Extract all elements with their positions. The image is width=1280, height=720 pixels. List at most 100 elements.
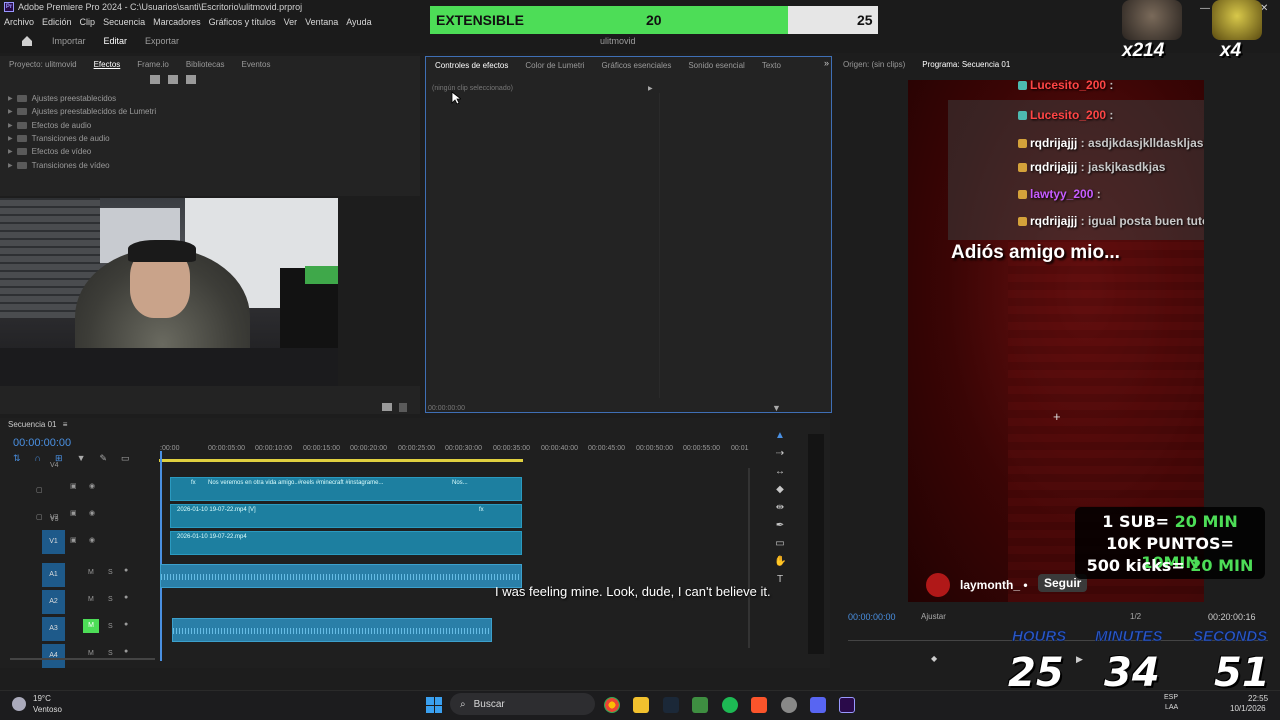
solo-button[interactable]: S bbox=[108, 623, 113, 630]
menu-ayuda[interactable]: Ayuda bbox=[346, 17, 371, 27]
tab-eventos[interactable]: Eventos bbox=[242, 60, 271, 69]
workspace-exportar[interactable]: Exportar bbox=[145, 36, 179, 46]
clip-v3[interactable]: fx Nos veremos en otra vida amigo..#reel… bbox=[170, 477, 522, 501]
clock-date[interactable]: 10/1/2026 bbox=[1230, 704, 1266, 713]
play-icon[interactable]: ▶ bbox=[1076, 654, 1083, 665]
mic-icon[interactable]: ● bbox=[124, 621, 128, 628]
pen-icon[interactable]: ✒ bbox=[774, 520, 786, 532]
tree-item-video-transitions[interactable]: ▶ Transiciones de vídeo bbox=[0, 158, 156, 171]
tree-item-video-effects[interactable]: ▶ Efectos de vídeo bbox=[0, 145, 156, 158]
ripple-edit-icon[interactable]: ↔ bbox=[774, 466, 786, 478]
timeline-timecode[interactable]: 00:00:00:00 bbox=[13, 437, 71, 449]
new-folder-icon[interactable] bbox=[382, 403, 392, 411]
menu-marcadores[interactable]: Marcadores bbox=[153, 17, 201, 27]
type-tool-icon[interactable]: T bbox=[774, 574, 786, 586]
sync-icon[interactable]: ▣ bbox=[70, 482, 77, 490]
clip-v2[interactable]: 2026-01-10 19-07-22.mp4 [V] fx bbox=[170, 504, 522, 528]
file-explorer-icon[interactable] bbox=[633, 697, 649, 713]
eye-icon[interactable]: ◉ bbox=[89, 536, 95, 544]
track-label[interactable]: A3 bbox=[42, 617, 65, 641]
sync-icon[interactable]: ▣ bbox=[70, 509, 77, 517]
razor-icon[interactable]: ◆ bbox=[774, 484, 786, 496]
clip-a3[interactable] bbox=[172, 618, 492, 642]
tree-item-lumetri-presets[interactable]: ▶ Ajustes preestablecidos de Lumetri bbox=[0, 105, 156, 118]
menu-icon[interactable]: ≡ bbox=[63, 420, 68, 429]
playhead[interactable] bbox=[160, 451, 162, 661]
solo-button[interactable]: S bbox=[108, 596, 113, 603]
app-icon[interactable] bbox=[781, 697, 797, 713]
panel-overflow-icon[interactable]: » bbox=[824, 58, 829, 68]
clock-time[interactable]: 22:55 bbox=[1248, 694, 1268, 703]
resolution-dropdown[interactable]: 1/2 bbox=[1130, 612, 1141, 621]
mic-icon[interactable]: ● bbox=[124, 567, 128, 574]
track-label[interactable]: A2 bbox=[42, 590, 65, 614]
minimize-icon[interactable]: — bbox=[1200, 3, 1210, 14]
selection-tool-icon[interactable]: ▲ bbox=[774, 430, 786, 442]
tab-sequence[interactable]: Secuencia 01 ≡ bbox=[8, 420, 67, 429]
track-label[interactable]: A1 bbox=[42, 563, 65, 587]
effect-controls-timecode[interactable]: 00:00:00:00 bbox=[428, 405, 465, 412]
slip-icon[interactable]: ⇹ bbox=[774, 502, 786, 514]
tab-source[interactable]: Origen: (sin clips) bbox=[843, 60, 905, 69]
solo-button[interactable]: S bbox=[108, 569, 113, 576]
tab-sound[interactable]: Sonido esencial bbox=[688, 61, 744, 70]
steam-icon[interactable] bbox=[663, 697, 679, 713]
menu-archivo[interactable]: Archivo bbox=[4, 17, 34, 27]
eye-icon[interactable]: ◉ bbox=[89, 482, 95, 490]
mic-icon[interactable]: ● bbox=[124, 648, 128, 655]
mute-button[interactable]: M bbox=[83, 619, 99, 633]
solo-button[interactable]: S bbox=[108, 650, 113, 657]
chrome-icon[interactable] bbox=[604, 697, 620, 713]
workspace-editar[interactable]: Editar bbox=[104, 36, 128, 46]
tab-efectos[interactable]: Efectos bbox=[94, 60, 121, 69]
track-label[interactable]: A4 bbox=[42, 644, 65, 668]
mute-button[interactable]: M bbox=[88, 650, 94, 657]
trash-icon[interactable] bbox=[399, 403, 407, 412]
horizontal-scrollbar[interactable] bbox=[10, 658, 155, 660]
menu-edicion[interactable]: Edición bbox=[42, 17, 72, 27]
tab-program[interactable]: Programa: Secuencia 01 bbox=[922, 60, 1010, 69]
track-label[interactable]: V1 bbox=[42, 530, 65, 554]
work-area-bar[interactable] bbox=[159, 459, 523, 462]
add-marker-icon[interactable]: ◆ bbox=[931, 654, 937, 663]
weather-icon[interactable] bbox=[12, 697, 26, 711]
tab-text[interactable]: Texto bbox=[762, 61, 781, 70]
yuv-effects-icon[interactable] bbox=[186, 75, 196, 84]
clip-a1[interactable] bbox=[160, 564, 522, 588]
brave-icon[interactable] bbox=[751, 697, 767, 713]
32bit-effects-icon[interactable] bbox=[168, 75, 178, 84]
eye-icon[interactable]: ◉ bbox=[89, 509, 95, 517]
lock-icon[interactable]: ▢ bbox=[36, 513, 43, 521]
discord-icon[interactable] bbox=[810, 697, 826, 713]
language-indicator[interactable]: ESP bbox=[1164, 694, 1178, 701]
mic-icon[interactable]: ● bbox=[124, 594, 128, 601]
vertical-scrollbar[interactable] bbox=[748, 468, 750, 648]
tab-frameio[interactable]: Frame.io bbox=[137, 60, 169, 69]
weather-temp[interactable]: 19°C bbox=[33, 694, 51, 703]
sync-icon[interactable]: ▣ bbox=[70, 536, 77, 544]
tree-item-audio-transitions[interactable]: ▶ Transiciones de audio bbox=[0, 132, 156, 145]
minecraft-icon[interactable] bbox=[692, 697, 708, 713]
filter-icon[interactable]: ▼ bbox=[772, 403, 781, 413]
tab-bibliotecas[interactable]: Bibliotecas bbox=[186, 60, 225, 69]
premiere-taskbar-icon[interactable] bbox=[839, 697, 855, 713]
menu-ver[interactable]: Ver bbox=[284, 17, 298, 27]
menu-clip[interactable]: Clip bbox=[80, 17, 96, 27]
accelerated-effects-icon[interactable] bbox=[150, 75, 160, 84]
hand-icon[interactable]: ✋ bbox=[774, 556, 786, 568]
menu-secuencia[interactable]: Secuencia bbox=[103, 17, 145, 27]
home-icon[interactable] bbox=[20, 34, 34, 48]
clip-v1[interactable]: 2026-01-10 19-07-22.mp4 bbox=[170, 531, 522, 555]
timeline-ruler[interactable]: :00:00 00:00:05:00 00:00:10:00 00:00:15:00 0… bbox=[160, 445, 750, 455]
tab-graphics[interactable]: Gráficos esenciales bbox=[602, 61, 672, 70]
tree-item-audio-effects[interactable]: ▶ Efectos de audio bbox=[0, 119, 156, 132]
spotify-icon[interactable] bbox=[722, 697, 738, 713]
weather-desc[interactable]: Ventoso bbox=[33, 705, 62, 714]
windows-start-icon[interactable] bbox=[426, 697, 442, 713]
rectangle-icon[interactable]: ▭ bbox=[774, 538, 786, 550]
lock-icon[interactable]: ▢ bbox=[36, 486, 43, 494]
menu-graficos[interactable]: Gráficos y títulos bbox=[209, 17, 276, 27]
tab-effect-controls[interactable]: Controles de efectos bbox=[435, 61, 508, 70]
mute-button[interactable]: M bbox=[88, 596, 94, 603]
fit-dropdown[interactable]: Ajustar bbox=[921, 612, 946, 621]
